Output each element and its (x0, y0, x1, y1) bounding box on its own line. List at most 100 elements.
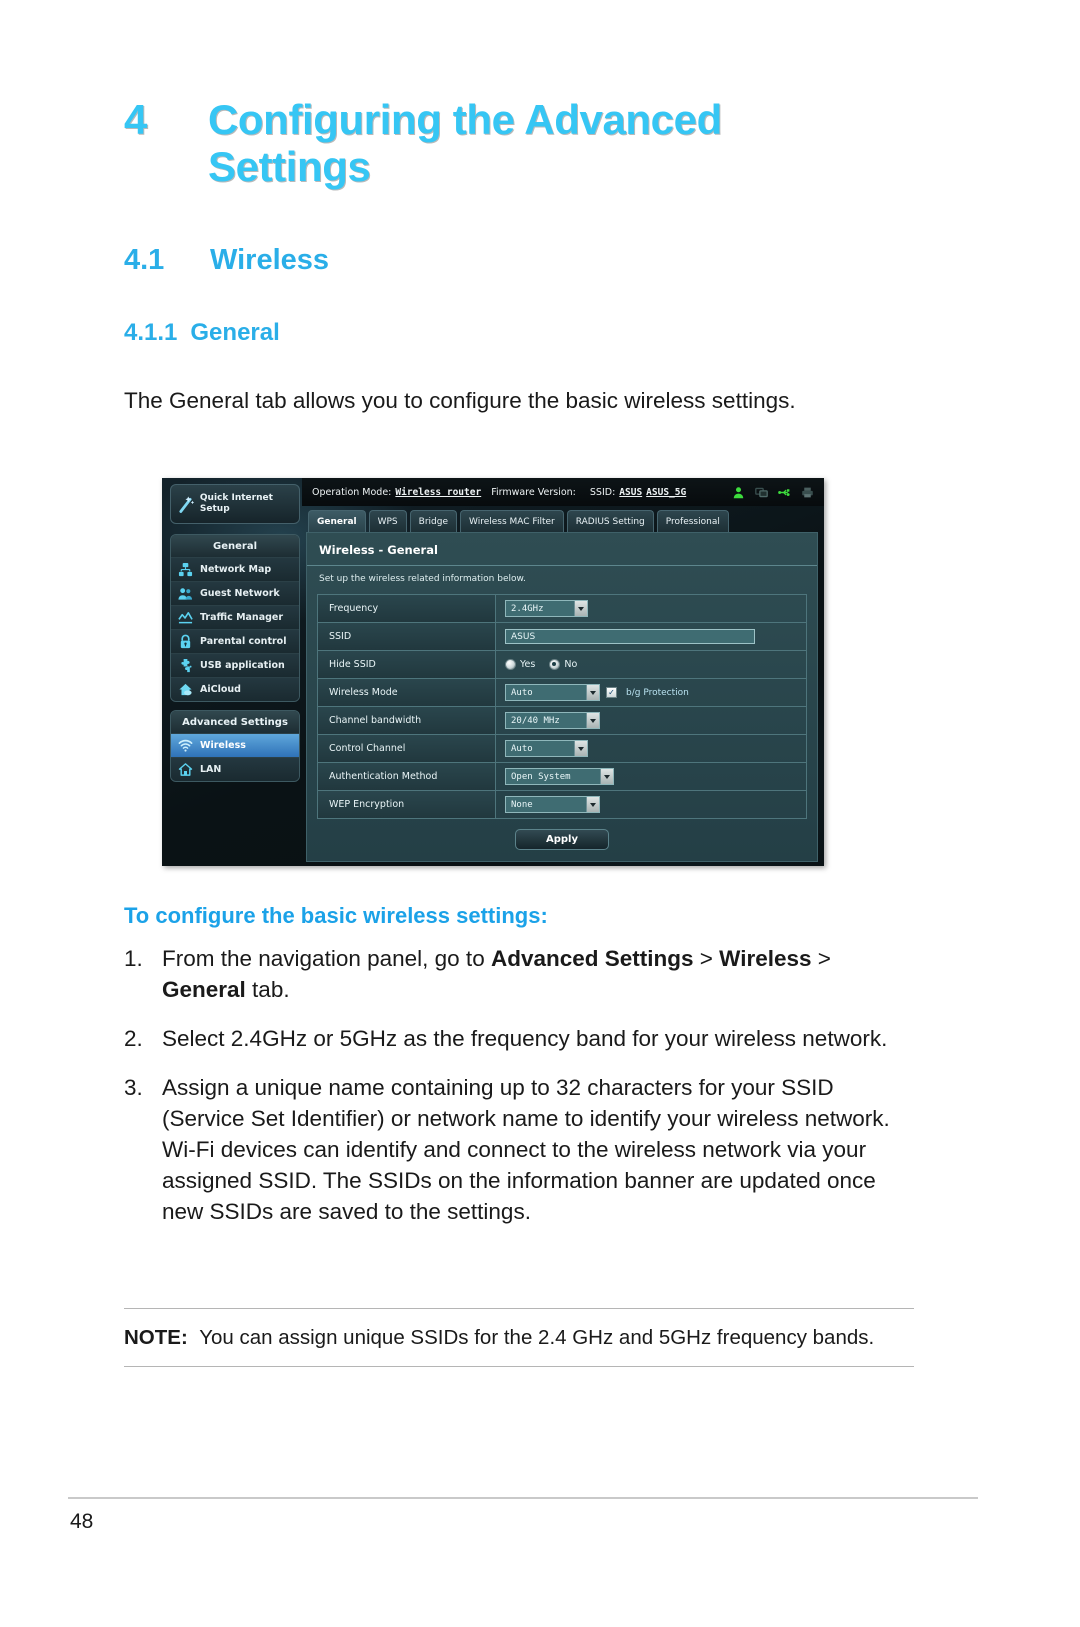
aicloud-icon (179, 683, 192, 696)
usb-application-icon (181, 658, 192, 673)
printer-icon[interactable] (801, 486, 814, 499)
router-main-content: General WPS Bridge Wireless MAC Filter R… (304, 506, 820, 862)
label-hide-ssid: Hide SSID (318, 651, 496, 678)
nav-item-lan[interactable]: LAN (171, 757, 299, 781)
devices-icon[interactable] (755, 486, 768, 499)
section-title: Wireless (210, 244, 330, 276)
form-row-frequency: Frequency 2.4GHz (318, 595, 806, 623)
chapter-heading: 4 Configuring the Advanced Settings (124, 96, 914, 190)
ssid-value-24[interactable]: ASUS (619, 487, 642, 498)
frequency-select[interactable]: 2.4GHz (505, 600, 588, 617)
wep-encryption-select[interactable]: None (505, 796, 600, 813)
proc1-part-3: Wireless (719, 946, 812, 971)
wireless-settings-form: Frequency 2.4GHz SSID ASUS Hide SSID Yes… (317, 594, 807, 819)
radio-no-icon (549, 659, 561, 670)
proc1-part-0: From the navigation panel, go to (162, 946, 491, 971)
authentication-method-select[interactable]: Open System (505, 768, 614, 785)
hide-ssid-radio-no[interactable]: No (549, 659, 577, 670)
nav-item-wireless[interactable]: Wireless (171, 733, 299, 757)
router-ui-screenshot: Operation Mode: Wireless router Firmware… (162, 478, 824, 866)
nav-item-parental-control[interactable]: Parental control (171, 629, 299, 653)
bg-protection-label: b/g Protection (626, 687, 689, 698)
subsection-number: 4.1.1 (124, 319, 178, 346)
router-topbar: Operation Mode: Wireless router Firmware… (302, 478, 824, 506)
nav-item-traffic-manager[interactable]: Traffic Manager (171, 605, 299, 629)
wireless-mode-select-value: Auto (511, 687, 533, 698)
usb-icon[interactable] (778, 486, 791, 499)
value-authentication-method: Open System (496, 763, 806, 790)
label-wep-encryption: WEP Encryption (318, 791, 496, 818)
tab-radius-setting[interactable]: RADIUS Setting (566, 510, 654, 532)
proc1-part-6: tab. (245, 977, 290, 1002)
nav-item-usb-application[interactable]: USB application (171, 653, 299, 677)
note-separator: : (180, 1326, 188, 1349)
procedure-item-3-number: 3. (124, 1075, 143, 1100)
label-channel-bandwidth: Channel bandwidth (318, 707, 496, 734)
lock-icon (180, 634, 191, 649)
chevron-down-icon (586, 713, 599, 728)
radio-yes-icon (505, 659, 516, 670)
proc1-part-2: > (693, 946, 720, 971)
form-row-wep-encryption: WEP Encryption None (318, 791, 806, 819)
procedure-item-1-number: 1. (124, 946, 143, 971)
traffic-manager-icon (178, 612, 193, 624)
proc1-part-1: Advanced Settings (490, 946, 694, 971)
hide-ssid-yes-label: Yes (520, 659, 536, 670)
tab-bridge[interactable]: Bridge (409, 510, 457, 532)
wep-encryption-select-value: None (511, 799, 533, 810)
chevron-down-icon (574, 601, 587, 616)
chevron-down-icon (600, 769, 613, 784)
ssid-label: SSID: (589, 486, 616, 498)
user-icon[interactable] (732, 486, 745, 499)
panel-subtitle: Set up the wireless related information … (319, 574, 526, 584)
control-channel-select[interactable]: Auto (505, 740, 588, 757)
ssid-value-5g[interactable]: ASUS_5G (646, 487, 686, 498)
panel-title: Wireless - General (307, 533, 817, 566)
firmware-label: Firmware Version: (491, 486, 576, 498)
nav-item-wireless-label: Wireless (200, 740, 246, 751)
nav-item-guest-network-label: Guest Network (200, 588, 280, 599)
form-row-control-channel: Control Channel Auto (318, 735, 806, 763)
procedure-heading: To configure the basic wireless settings… (124, 903, 548, 928)
tab-wireless-mac-filter[interactable]: Wireless MAC Filter (460, 510, 564, 532)
chevron-down-icon (586, 797, 599, 812)
guest-network-icon (178, 588, 193, 600)
channel-bandwidth-select[interactable]: 20/40 MHz (505, 712, 600, 729)
ssid-input[interactable]: ASUS (505, 629, 755, 644)
control-channel-select-value: Auto (511, 743, 533, 754)
hide-ssid-radio-yes[interactable]: Yes (505, 659, 535, 670)
hide-ssid-no-label: No (564, 659, 578, 670)
operation-mode-value[interactable]: Wireless router (395, 487, 481, 498)
nav-quick-internet-setup-label: Quick Internet Setup (199, 493, 273, 514)
wireless-mode-select[interactable]: Auto (505, 684, 600, 701)
chevron-down-icon (574, 741, 587, 756)
proc1-part-5: General (162, 977, 246, 1002)
apply-button-row: Apply (307, 819, 817, 850)
operation-mode-label: Operation Mode: (312, 486, 392, 498)
nav-item-usb-application-label: USB application (200, 660, 285, 671)
value-ssid: ASUS (496, 623, 806, 650)
nav-item-lan-label: LAN (200, 764, 222, 775)
value-hide-ssid: Yes No (496, 651, 806, 678)
label-ssid: SSID (318, 623, 496, 650)
form-row-channel-bandwidth: Channel bandwidth 20/40 MHz (318, 707, 806, 735)
wifi-icon (178, 739, 193, 752)
router-navigation-panel: Quick Internet Setup General Network Map (166, 484, 304, 862)
nav-item-guest-network[interactable]: Guest Network (171, 581, 299, 605)
authentication-method-select-value: Open System (511, 771, 571, 782)
bg-protection-checkbox[interactable]: ✓ (606, 687, 617, 698)
tab-wps[interactable]: WPS (368, 510, 407, 532)
tab-general[interactable]: General (308, 510, 366, 532)
tab-professional[interactable]: Professional (656, 510, 729, 532)
nav-item-aicloud[interactable]: AiCloud (171, 677, 299, 701)
page-number: 48 (70, 1510, 94, 1533)
apply-button[interactable]: Apply (515, 829, 609, 850)
footer-divider (68, 1497, 978, 1499)
topbar-icon-group (732, 486, 814, 499)
nav-item-network-map[interactable]: Network Map (171, 557, 299, 581)
frequency-select-value: 2.4GHz (511, 603, 544, 614)
nav-item-parental-control-label: Parental control (200, 636, 287, 647)
nav-item-network-map-label: Network Map (200, 564, 272, 575)
nav-item-aicloud-label: AiCloud (200, 684, 241, 695)
nav-quick-internet-setup[interactable]: Quick Internet Setup (170, 484, 300, 524)
